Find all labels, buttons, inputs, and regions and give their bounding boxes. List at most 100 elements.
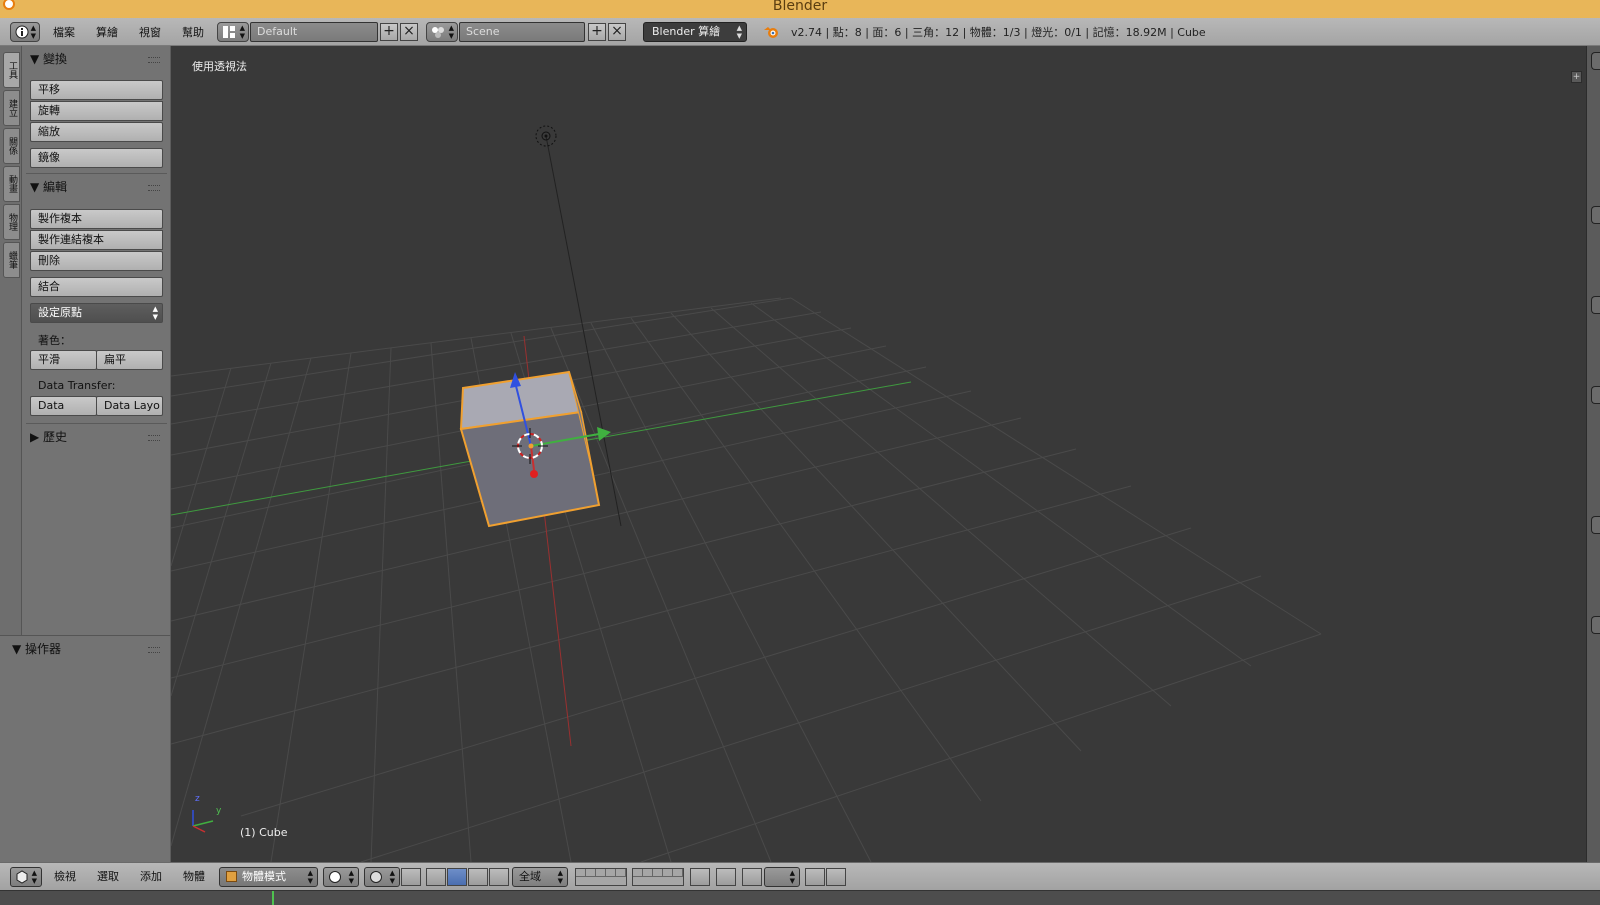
orientation-label: 全域: [519, 870, 541, 883]
edge-handle-icon[interactable]: [1591, 52, 1600, 70]
layer-buttons-a[interactable]: [575, 868, 627, 886]
blender-window: Blender ▲ ▼ 檔案 算繪 視窗 幫助 ▲ ▼ Default + × ▲ ▼…: [0, 0, 1600, 905]
render-engine-select[interactable]: Blender 算繪 ▲ ▼: [643, 22, 747, 42]
menu-help[interactable]: 幫助: [182, 18, 204, 46]
manipulator-toggle-icon[interactable]: [401, 868, 421, 886]
scene-icon: [432, 27, 444, 38]
tab-create[interactable]: 建立: [3, 90, 20, 126]
chevron-updown-icon: ▲ ▼: [389, 869, 395, 885]
panel-grip-icon[interactable]: [148, 647, 160, 653]
tab-grease-pencil[interactable]: 蠟筆: [3, 242, 20, 278]
tab-physics[interactable]: 物理: [3, 204, 20, 240]
interaction-mode-select[interactable]: 物體模式 ▲ ▼: [219, 867, 318, 887]
panel-edit-header[interactable]: ▼ 編輯: [30, 178, 67, 196]
scene-stats: v2.74 | 點：8 | 面：6 | 三角：12 | 物體：1/3 | 燈光：…: [791, 26, 1206, 39]
snap-element-select[interactable]: ▲ ▼: [764, 867, 800, 887]
view-perspective-label: 使用透視法: [192, 60, 247, 73]
delete-button[interactable]: 刪除: [30, 251, 163, 271]
properties-toggle-icon[interactable]: +: [1571, 71, 1582, 83]
tab-tools[interactable]: 工具: [3, 52, 20, 88]
data-layout-button[interactable]: Data Layo: [96, 396, 163, 416]
render-camera-icon[interactable]: [805, 868, 825, 886]
orientation-select[interactable]: 全域 ▲ ▼: [512, 867, 568, 887]
set-origin-select[interactable]: 設定原點 ▲ ▼: [30, 303, 163, 323]
tool-shelf-tabs: 工具 建立 關係 動畫 物理 蠟筆: [0, 46, 22, 635]
shading-mode-select[interactable]: ▲ ▼: [323, 867, 359, 887]
panel-divider: [26, 423, 167, 424]
panel-operator-header[interactable]: ▼ 操作器: [12, 640, 61, 658]
panel-grip-icon[interactable]: [148, 57, 160, 63]
shade-flat-button[interactable]: 扁平: [96, 350, 163, 370]
menu-select[interactable]: 選取: [97, 863, 119, 891]
window-title: Blender: [772, 0, 828, 14]
shade-smooth-button[interactable]: 平滑: [30, 350, 97, 370]
add-layout-button[interactable]: +: [380, 23, 398, 41]
view3d-icon: [16, 870, 28, 884]
snap-toggle-icon[interactable]: [742, 868, 762, 886]
edge-handle-icon[interactable]: [1591, 616, 1600, 634]
operator-panel: ▼ 操作器: [0, 635, 171, 862]
translate-button[interactable]: 平移: [30, 80, 163, 100]
tab-relations[interactable]: 關係: [3, 128, 20, 164]
screen-layout-selector[interactable]: ▲ ▼: [217, 22, 249, 42]
panel-grip-icon[interactable]: [148, 185, 160, 191]
manipulator-axes-icon[interactable]: [426, 868, 446, 886]
translate-manipulator-icon[interactable]: [447, 868, 467, 886]
edge-handle-icon[interactable]: [1591, 516, 1600, 534]
pivot-point-select[interactable]: ▲ ▼: [364, 867, 400, 887]
solid-shading-icon: [329, 871, 341, 883]
3d-viewport[interactable]: 使用透視法 z y (1) Cube +: [171, 46, 1586, 862]
menu-file[interactable]: 檔案: [53, 18, 75, 46]
rotate-button[interactable]: 旋轉: [30, 101, 163, 121]
tab-animation[interactable]: 動畫: [3, 166, 20, 202]
menu-add[interactable]: 添加: [140, 863, 162, 891]
remove-scene-button[interactable]: ×: [608, 23, 626, 41]
editor-type-button[interactable]: ▲ ▼: [10, 22, 40, 42]
panel-transform-header[interactable]: ▼ 變換: [30, 50, 67, 68]
editor-type-button[interactable]: ▲ ▼: [10, 867, 42, 887]
chevron-updown-icon: ▲ ▼: [789, 869, 795, 885]
add-scene-button[interactable]: +: [588, 23, 606, 41]
shading-label: 著色：: [38, 334, 71, 347]
duplicate-linked-button[interactable]: 製作連結複本: [30, 230, 163, 250]
info-icon: [15, 25, 29, 39]
current-frame-marker[interactable]: [272, 891, 274, 905]
floor-grid: [171, 297, 1322, 862]
tool-shelf: ▼ 變換 平移 旋轉 縮放 鏡像 ▼ 編輯 製作複本 製作連結複本 刪除 結合 …: [22, 46, 171, 635]
edge-handle-icon[interactable]: [1591, 296, 1600, 314]
render-animation-icon[interactable]: [826, 868, 846, 886]
menu-render[interactable]: 算繪: [96, 18, 118, 46]
panel-grip-icon[interactable]: [148, 435, 160, 441]
join-button[interactable]: 結合: [30, 277, 163, 297]
chevron-updown-icon: ▲ ▼: [30, 24, 36, 40]
rotate-manipulator-icon[interactable]: [468, 868, 488, 886]
lock-camera-icon[interactable]: [690, 868, 710, 886]
data-transfer-button[interactable]: Data: [30, 396, 97, 416]
view-axis-widget: [192, 810, 214, 833]
chevron-updown-icon: ▲ ▼: [31, 869, 37, 885]
mirror-button[interactable]: 鏡像: [30, 148, 163, 168]
remove-layout-button[interactable]: ×: [400, 23, 418, 41]
chevron-updown-icon: ▲ ▼: [557, 869, 563, 885]
timeline-strip[interactable]: [0, 890, 1600, 905]
screen-layout-name[interactable]: Default: [250, 22, 378, 42]
proportional-edit-icon[interactable]: [716, 868, 736, 886]
panel-history-header[interactable]: ▶ 歷史: [30, 428, 67, 446]
edge-handle-icon[interactable]: [1591, 386, 1600, 404]
lamp-icon[interactable]: [535, 125, 557, 147]
menu-object[interactable]: 物體: [183, 863, 205, 891]
edge-handle-icon[interactable]: [1591, 206, 1600, 224]
scale-button[interactable]: 縮放: [30, 122, 163, 142]
pivot-icon: [370, 871, 382, 883]
menu-view[interactable]: 檢視: [54, 863, 76, 891]
chevron-updown-icon: ▲ ▼: [152, 305, 158, 321]
scene-selector[interactable]: ▲ ▼: [426, 22, 458, 42]
layer-buttons-b[interactable]: [632, 868, 684, 886]
interaction-mode-label: 物體模式: [242, 870, 286, 883]
object-name-label: (1) Cube: [240, 826, 288, 839]
menu-window[interactable]: 視窗: [139, 18, 161, 46]
chevron-updown-icon: ▲ ▼: [448, 24, 454, 40]
scene-name[interactable]: Scene: [459, 22, 585, 42]
scale-manipulator-icon[interactable]: [489, 868, 509, 886]
duplicate-button[interactable]: 製作複本: [30, 209, 163, 229]
